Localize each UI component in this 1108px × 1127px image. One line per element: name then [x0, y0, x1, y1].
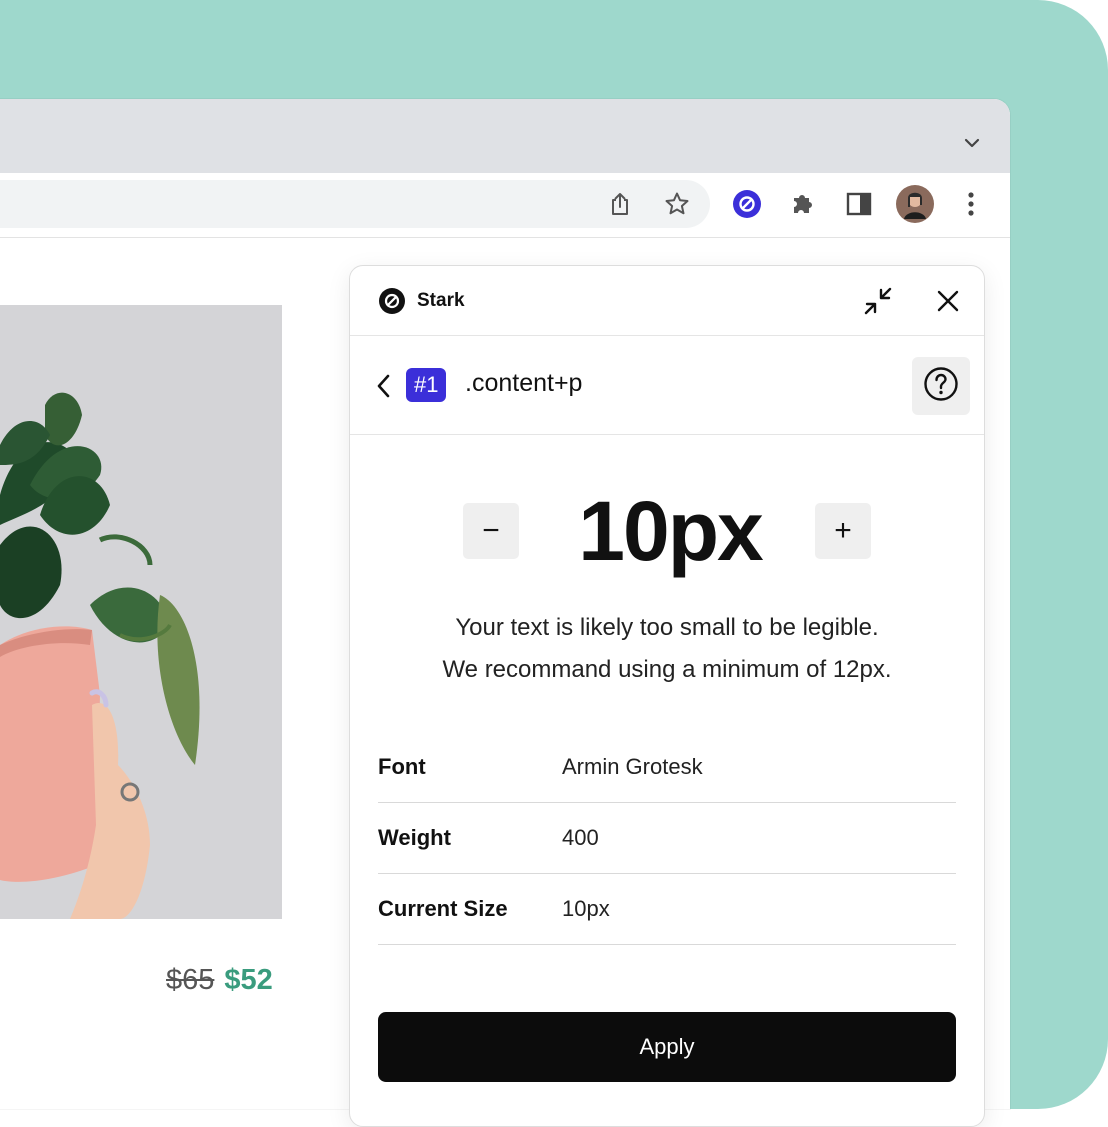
increase-size-button[interactable]: + [815, 503, 871, 559]
close-icon[interactable] [930, 283, 966, 319]
share-icon[interactable] [600, 184, 640, 224]
property-value: 10px [562, 896, 610, 921]
css-selector: .content+p [465, 369, 583, 397]
message-line-1: Your text is likely too small to be legi… [455, 614, 879, 641]
help-icon [923, 366, 959, 407]
help-button[interactable] [912, 357, 970, 415]
property-row: Current Size 10px [378, 874, 956, 945]
original-price: $65 [166, 964, 215, 996]
sale-price: $52 [224, 964, 273, 996]
font-size-value: 10px [578, 484, 763, 578]
panel-header: Stark [350, 266, 984, 336]
more-icon[interactable] [951, 184, 991, 224]
decrease-size-button[interactable]: − [463, 503, 519, 559]
property-row: Font Armin Grotesk [378, 732, 956, 803]
stark-logo-icon [378, 287, 406, 315]
property-label: Current Size [378, 896, 508, 921]
property-label: Weight [378, 825, 451, 850]
address-bar[interactable] [0, 180, 710, 228]
issue-header: #1 .content+p [350, 336, 984, 435]
font-size-control: − 10px + [350, 486, 984, 576]
browser-toolbar [0, 173, 1010, 238]
tab-strip [0, 99, 1010, 173]
panel-title: Stark [417, 290, 465, 311]
stark-extension-icon[interactable] [727, 184, 767, 224]
legibility-message: Your text is likely too small to be legi… [350, 607, 984, 691]
apply-button[interactable]: Apply [378, 1012, 956, 1082]
property-value: 400 [562, 825, 599, 850]
product-image [0, 305, 282, 919]
star-icon[interactable] [657, 184, 697, 224]
property-row: Weight 400 [378, 803, 956, 874]
side-panel-icon[interactable] [839, 184, 879, 224]
stark-panel: Stark #1 .content+p − 10px + Your text i… [349, 265, 985, 1127]
property-value: Armin Grotesk [562, 754, 703, 779]
message-line-2: We recommand using a minimum of 12px. [442, 656, 892, 683]
font-properties: Font Armin Grotesk Weight 400 Current Si… [378, 732, 956, 945]
issue-number-badge: #1 [406, 368, 447, 402]
avatar[interactable] [895, 184, 935, 224]
puzzle-icon[interactable] [783, 184, 823, 224]
tab-search-chevron-icon[interactable] [958, 129, 986, 157]
back-chevron-icon[interactable] [370, 370, 398, 402]
minimize-icon[interactable] [860, 283, 896, 319]
product-price: $65 $52 [166, 964, 273, 997]
property-label: Font [378, 754, 426, 779]
